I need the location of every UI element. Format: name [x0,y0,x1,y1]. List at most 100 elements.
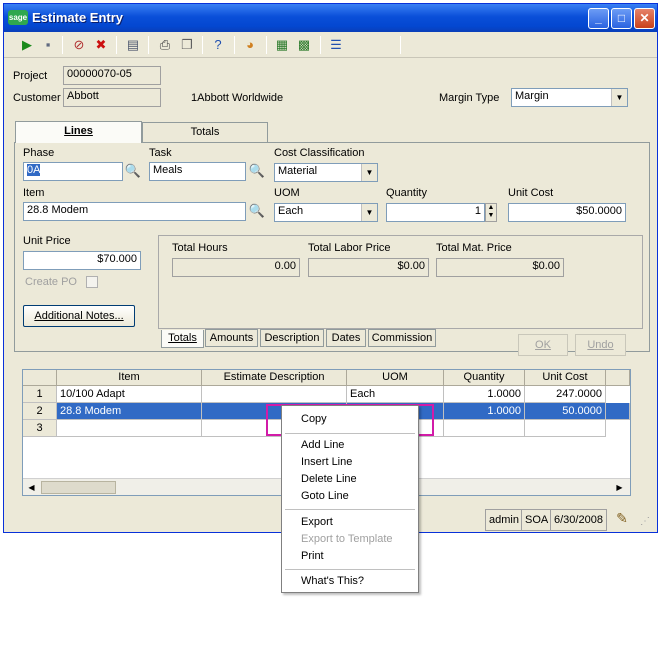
uom-select[interactable]: Each ▼ [274,203,378,222]
grid-cell-item[interactable]: 10/100 Adapt [57,386,202,403]
maximize-button[interactable]: □ [611,8,632,29]
menu-separator [285,433,415,434]
column-header-quantity[interactable]: Quantity [444,370,525,386]
scroll-right-icon[interactable]: ▶ [613,481,626,494]
color-wheel-icon[interactable]: ◕ [241,36,259,54]
print-icon[interactable]: ⎙ [156,36,174,54]
phase-lookup-icon[interactable]: 🔍 [123,162,143,180]
scroll-left-icon[interactable]: ◀ [25,481,38,494]
task-input[interactable]: Meals [149,162,246,181]
column-header-uom[interactable]: UOM [347,370,444,386]
chevron-down-icon[interactable]: ▼ [361,204,377,221]
column-header-item[interactable]: Item [57,370,202,386]
subtab-commission[interactable]: Commission [368,329,436,347]
context-menu: Copy Add Line Insert Line Delete Line Go… [281,405,419,593]
item-input[interactable]: 28.8 Modem [23,202,246,221]
column-header-unit-cost[interactable]: Unit Cost [525,370,606,386]
grid-cell-item[interactable]: 28.8 Modem [57,403,202,420]
grid-cell-quantity[interactable]: 1.0000 [444,386,525,403]
window-title: Estimate Entry [32,10,124,25]
help-icon[interactable]: ? [209,36,227,54]
ok-label: OK [535,339,551,351]
additional-notes-label: Additional Notes... [34,310,124,322]
menu-item-goto-line[interactable]: Goto Line [284,488,416,505]
tab-totals[interactable]: Totals [142,122,268,142]
grid-cell-overflow[interactable] [606,403,630,420]
scrollbar-thumb[interactable] [41,481,116,494]
subtab-label: Description [264,332,320,344]
subtab-dates[interactable]: Dates [326,329,366,347]
quantity-stepper[interactable]: ▲ ▼ [485,203,497,222]
subtab-amounts[interactable]: Amounts [205,329,258,347]
preview-icon[interactable]: ❐ [178,36,196,54]
tab-lines[interactable]: Lines [15,121,142,143]
list-icon[interactable]: ☰ [327,36,345,54]
toolbar-separator [266,36,267,54]
item-lookup-icon[interactable]: 🔍 [247,202,267,220]
customer-name: 1Abbott Worldwide [191,92,284,104]
total-mat-field: $0.00 [436,258,564,277]
grid-cell-item[interactable] [57,420,202,437]
menu-item-whats-this[interactable]: What's This? [284,573,416,590]
notes-icon[interactable]: ▤ [124,36,142,54]
customer-field[interactable]: Abbott [63,88,161,107]
menu-separator [285,569,415,570]
lines-panel: Phase 0A 🔍 Task Meals 🔍 Cost Classificat… [14,142,650,352]
notepad-icon[interactable]: ✎ [612,510,632,530]
task-label: Task [149,147,172,159]
grid-cell-description[interactable] [202,386,347,403]
grid-edit-icon[interactable]: ▩ [295,36,313,54]
row-number: 1 [23,386,57,403]
menu-item-export-template[interactable]: Export to Template [284,531,416,548]
total-labor-label: Total Labor Price [308,242,391,254]
toolbar-separator [148,36,149,54]
uom-label: UOM [274,187,300,199]
grid-cell-uom[interactable]: Each [347,386,444,403]
unit-cost-label: Unit Cost [508,187,554,199]
grid-cell-unit-cost[interactable]: 247.0000 [525,386,606,403]
close-button[interactable]: ✕ [634,8,655,29]
project-field[interactable]: 00000070-05 [63,66,161,85]
unit-price-input[interactable]: $70.000 [23,251,141,270]
phase-input[interactable]: 0A [23,162,123,181]
resize-grip-icon[interactable]: ⋰ [640,516,650,527]
quantity-input[interactable]: 1 [386,203,485,222]
undo-button[interactable]: Undo [575,334,626,356]
grid-cell-unit-cost[interactable]: 50.0000 [525,403,606,420]
column-header-description[interactable]: Estimate Description [202,370,347,386]
additional-notes-button[interactable]: Additional Notes... [23,305,135,327]
create-po-checkbox[interactable] [86,276,98,288]
title-bar[interactable]: sage Estimate Entry _ □ ✕ [4,4,657,32]
grid-cell-quantity[interactable] [444,420,525,437]
toolbar: ▶ ▪ ⊘ ✖ ▤ ⎙ ❐ ? ◕ ▦ ▩ ☰ [4,32,657,58]
cost-classification-select[interactable]: Material ▼ [274,163,378,182]
menu-item-delete-line[interactable]: Delete Line [284,471,416,488]
subtab-totals[interactable]: Totals [161,330,204,348]
grid-cell-unit-cost[interactable] [525,420,606,437]
menu-item-print[interactable]: Print [284,548,416,565]
menu-item-export[interactable]: Export [284,514,416,531]
unit-cost-input[interactable]: $50.0000 [508,203,626,222]
grid-select-icon[interactable]: ▦ [273,36,291,54]
toolbar-separator [62,36,63,54]
subtab-description[interactable]: Description [260,329,324,347]
chevron-down-icon[interactable]: ▼ [611,89,627,106]
task-lookup-icon[interactable]: 🔍 [247,162,267,180]
cancel-icon[interactable]: ✖ [92,36,110,54]
delete-record-icon[interactable]: ⊘ [70,36,88,54]
margin-type-value: Margin [515,90,549,102]
play-icon[interactable]: ▶ [18,36,36,54]
save-icon[interactable]: ▪ [39,36,57,54]
chevron-down-icon[interactable]: ▼ [361,164,377,181]
undo-label: Undo [587,339,614,351]
margin-type-select[interactable]: Margin ▼ [511,88,628,107]
menu-item-copy[interactable]: Copy [284,411,416,428]
minimize-button[interactable]: _ [588,8,609,29]
create-po-label: Create PO [25,276,77,288]
phase-value: 0A [27,164,41,176]
tab-totals-label: Totals [190,126,220,138]
menu-item-insert-line[interactable]: Insert Line [284,454,416,471]
menu-item-add-line[interactable]: Add Line [284,437,416,454]
grid-cell-quantity[interactable]: 1.0000 [444,403,525,420]
ok-button[interactable]: OK [518,334,568,356]
